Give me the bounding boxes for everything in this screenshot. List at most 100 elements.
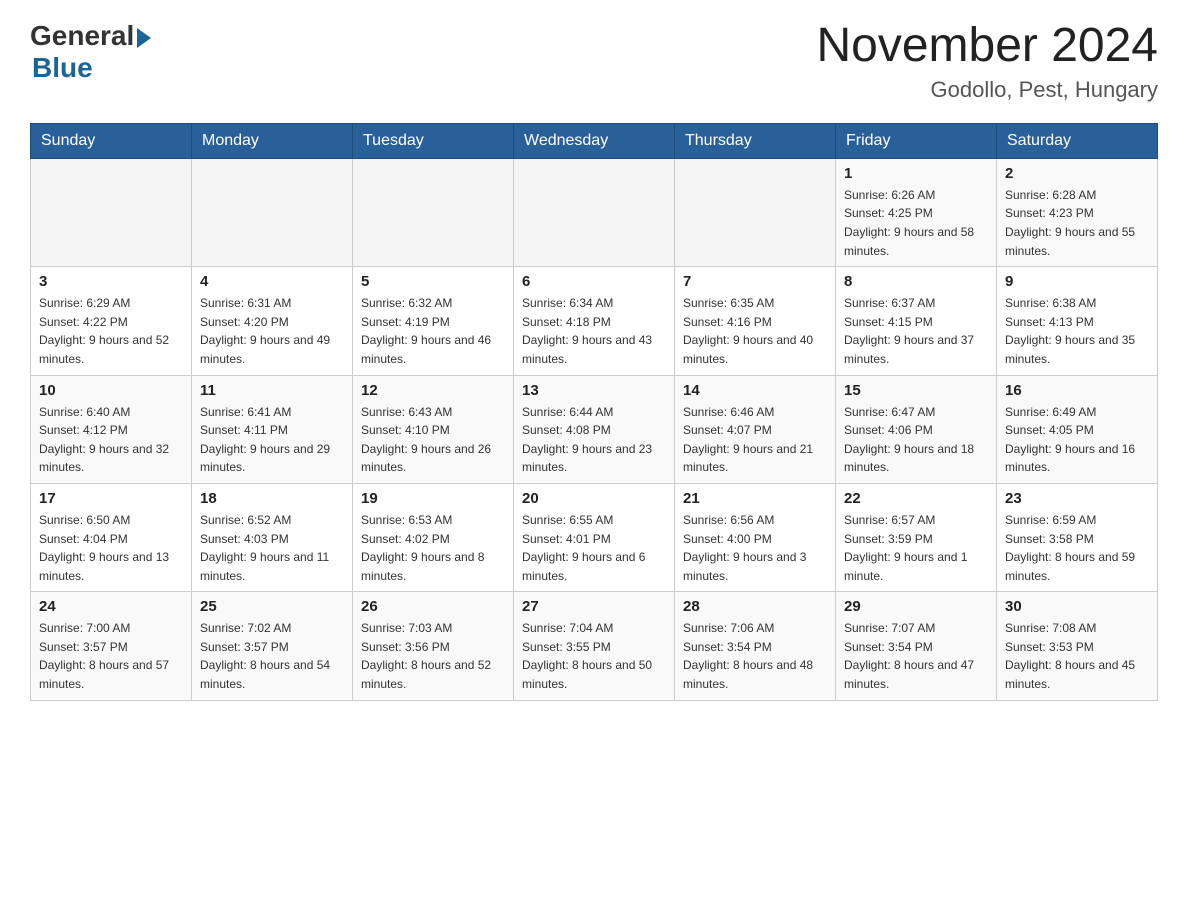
day-info: Sunrise: 6:56 AMSunset: 4:00 PMDaylight:…: [683, 511, 827, 585]
day-number: 1: [844, 165, 988, 182]
calendar-cell: 26 Sunrise: 7:03 AMSunset: 3:56 PMDayligh…: [353, 592, 514, 700]
calendar-cell: 10Sunrise: 6:40 AMSunset: 4:12 PMDayligh…: [31, 375, 192, 483]
day-number: 28: [683, 598, 827, 615]
calendar-cell: 16 Sunrise: 6:49 AMSunset: 4:05 PMDayligh…: [997, 375, 1158, 483]
calendar-cell: 19 Sunrise: 6:53 AMSunset: 4:02 PMDayligh…: [353, 483, 514, 591]
day-number: 2: [1005, 165, 1149, 182]
day-number: 3: [39, 273, 183, 290]
day-info: Sunrise: 6:29 AMSunset: 4:22 PMDaylight:…: [39, 294, 183, 368]
day-info: Sunrise: 6:47 AMSunset: 4:06 PMDaylight:…: [844, 403, 988, 477]
day-info: Sunrise: 6:35 AMSunset: 4:16 PMDaylight:…: [683, 294, 827, 368]
col-header-wednesday: Wednesday: [514, 123, 675, 158]
day-number: 21: [683, 490, 827, 507]
day-info: Sunrise: 7:02 AMSunset: 3:57 PMDaylight:…: [200, 619, 344, 693]
calendar-week-row: 1 Sunrise: 6:26 AMSunset: 4:25 PMDaylight…: [31, 158, 1158, 266]
calendar-cell: 15 Sunrise: 6:47 AMSunset: 4:06 PMDayligh…: [836, 375, 997, 483]
day-number: 20: [522, 490, 666, 507]
calendar-cell: 25 Sunrise: 7:02 AMSunset: 3:57 PMDayligh…: [192, 592, 353, 700]
day-info: Sunrise: 6:28 AMSunset: 4:23 PMDaylight:…: [1005, 186, 1149, 260]
col-header-monday: Monday: [192, 123, 353, 158]
day-number: 9: [1005, 273, 1149, 290]
day-info: Sunrise: 6:50 AMSunset: 4:04 PMDaylight:…: [39, 511, 183, 585]
calendar-cell: [192, 158, 353, 266]
calendar-cell: [675, 158, 836, 266]
day-info: Sunrise: 6:55 AMSunset: 4:01 PMDaylight:…: [522, 511, 666, 585]
day-number: 17: [39, 490, 183, 507]
day-info: Sunrise: 6:49 AMSunset: 4:05 PMDaylight:…: [1005, 403, 1149, 477]
day-number: 8: [844, 273, 988, 290]
calendar-cell: [514, 158, 675, 266]
day-number: 6: [522, 273, 666, 290]
day-info: Sunrise: 7:04 AMSunset: 3:55 PMDaylight:…: [522, 619, 666, 693]
calendar-table: SundayMondayTuesdayWednesdayThursdayFrid…: [30, 123, 1158, 701]
col-header-tuesday: Tuesday: [353, 123, 514, 158]
calendar-week-row: 3 Sunrise: 6:29 AMSunset: 4:22 PMDaylight…: [31, 267, 1158, 375]
day-info: Sunrise: 7:00 AMSunset: 3:57 PMDaylight:…: [39, 619, 183, 693]
calendar-cell: 23Sunrise: 6:59 AMSunset: 3:58 PMDayligh…: [997, 483, 1158, 591]
calendar-week-row: 24 Sunrise: 7:00 AMSunset: 3:57 PMDayligh…: [31, 592, 1158, 700]
day-number: 30: [1005, 598, 1149, 615]
day-info: Sunrise: 6:41 AMSunset: 4:11 PMDaylight:…: [200, 403, 344, 477]
calendar-cell: 6 Sunrise: 6:34 AMSunset: 4:18 PMDaylight…: [514, 267, 675, 375]
day-number: 4: [200, 273, 344, 290]
day-info: Sunrise: 6:44 AMSunset: 4:08 PMDaylight:…: [522, 403, 666, 477]
calendar-cell: 27 Sunrise: 7:04 AMSunset: 3:55 PMDayligh…: [514, 592, 675, 700]
day-info: Sunrise: 6:26 AMSunset: 4:25 PMDaylight:…: [844, 186, 988, 260]
day-info: Sunrise: 6:32 AMSunset: 4:19 PMDaylight:…: [361, 294, 505, 368]
day-number: 16: [1005, 382, 1149, 399]
day-number: 15: [844, 382, 988, 399]
calendar-cell: 8 Sunrise: 6:37 AMSunset: 4:15 PMDaylight…: [836, 267, 997, 375]
day-number: 12: [361, 382, 505, 399]
calendar-header-row: SundayMondayTuesdayWednesdayThursdayFrid…: [31, 123, 1158, 158]
day-number: 24: [39, 598, 183, 615]
calendar-cell: 22 Sunrise: 6:57 AMSunset: 3:59 PMDayligh…: [836, 483, 997, 591]
day-number: 29: [844, 598, 988, 615]
day-number: 13: [522, 382, 666, 399]
calendar-cell: 30 Sunrise: 7:08 AMSunset: 3:53 PMDayligh…: [997, 592, 1158, 700]
calendar-cell: 13 Sunrise: 6:44 AMSunset: 4:08 PMDayligh…: [514, 375, 675, 483]
day-number: 26: [361, 598, 505, 615]
calendar-cell: 14Sunrise: 6:46 AMSunset: 4:07 PMDayligh…: [675, 375, 836, 483]
col-header-friday: Friday: [836, 123, 997, 158]
calendar-cell: 28Sunrise: 7:06 AMSunset: 3:54 PMDayligh…: [675, 592, 836, 700]
calendar-cell: 4Sunrise: 6:31 AMSunset: 4:20 PMDaylight…: [192, 267, 353, 375]
day-number: 22: [844, 490, 988, 507]
calendar-cell: 18Sunrise: 6:52 AMSunset: 4:03 PMDayligh…: [192, 483, 353, 591]
calendar-cell: 12 Sunrise: 6:43 AMSunset: 4:10 PMDayligh…: [353, 375, 514, 483]
calendar-cell: [31, 158, 192, 266]
calendar-cell: [353, 158, 514, 266]
day-number: 19: [361, 490, 505, 507]
day-info: Sunrise: 6:57 AMSunset: 3:59 PMDaylight:…: [844, 511, 988, 585]
col-header-thursday: Thursday: [675, 123, 836, 158]
logo: General Blue: [30, 20, 151, 84]
col-header-saturday: Saturday: [997, 123, 1158, 158]
col-header-sunday: Sunday: [31, 123, 192, 158]
calendar-cell: 2 Sunrise: 6:28 AMSunset: 4:23 PMDaylight…: [997, 158, 1158, 266]
logo-arrow-icon: [137, 28, 151, 48]
day-info: Sunrise: 7:03 AMSunset: 3:56 PMDaylight:…: [361, 619, 505, 693]
calendar-cell: 11Sunrise: 6:41 AMSunset: 4:11 PMDayligh…: [192, 375, 353, 483]
day-number: 25: [200, 598, 344, 615]
calendar-week-row: 17 Sunrise: 6:50 AMSunset: 4:04 PMDayligh…: [31, 483, 1158, 591]
calendar-cell: 29 Sunrise: 7:07 AMSunset: 3:54 PMDayligh…: [836, 592, 997, 700]
day-number: 27: [522, 598, 666, 615]
title-block: November 2024 Godollo, Pest, Hungary: [816, 20, 1158, 103]
calendar-cell: 3 Sunrise: 6:29 AMSunset: 4:22 PMDaylight…: [31, 267, 192, 375]
day-info: Sunrise: 6:38 AMSunset: 4:13 PMDaylight:…: [1005, 294, 1149, 368]
day-info: Sunrise: 6:37 AMSunset: 4:15 PMDaylight:…: [844, 294, 988, 368]
day-info: Sunrise: 6:43 AMSunset: 4:10 PMDaylight:…: [361, 403, 505, 477]
calendar-cell: 1 Sunrise: 6:26 AMSunset: 4:25 PMDaylight…: [836, 158, 997, 266]
day-number: 18: [200, 490, 344, 507]
day-number: 23: [1005, 490, 1149, 507]
calendar-cell: 17 Sunrise: 6:50 AMSunset: 4:04 PMDayligh…: [31, 483, 192, 591]
day-info: Sunrise: 6:53 AMSunset: 4:02 PMDaylight:…: [361, 511, 505, 585]
day-info: Sunrise: 7:07 AMSunset: 3:54 PMDaylight:…: [844, 619, 988, 693]
logo-general-text: General: [30, 20, 134, 52]
day-number: 10: [39, 382, 183, 399]
day-info: Sunrise: 6:34 AMSunset: 4:18 PMDaylight:…: [522, 294, 666, 368]
day-number: 14: [683, 382, 827, 399]
calendar-cell: 24 Sunrise: 7:00 AMSunset: 3:57 PMDayligh…: [31, 592, 192, 700]
page-header: General Blue November 2024 Godollo, Pest…: [30, 20, 1158, 103]
day-info: Sunrise: 7:08 AMSunset: 3:53 PMDaylight:…: [1005, 619, 1149, 693]
logo-blue-text: Blue: [32, 52, 93, 84]
